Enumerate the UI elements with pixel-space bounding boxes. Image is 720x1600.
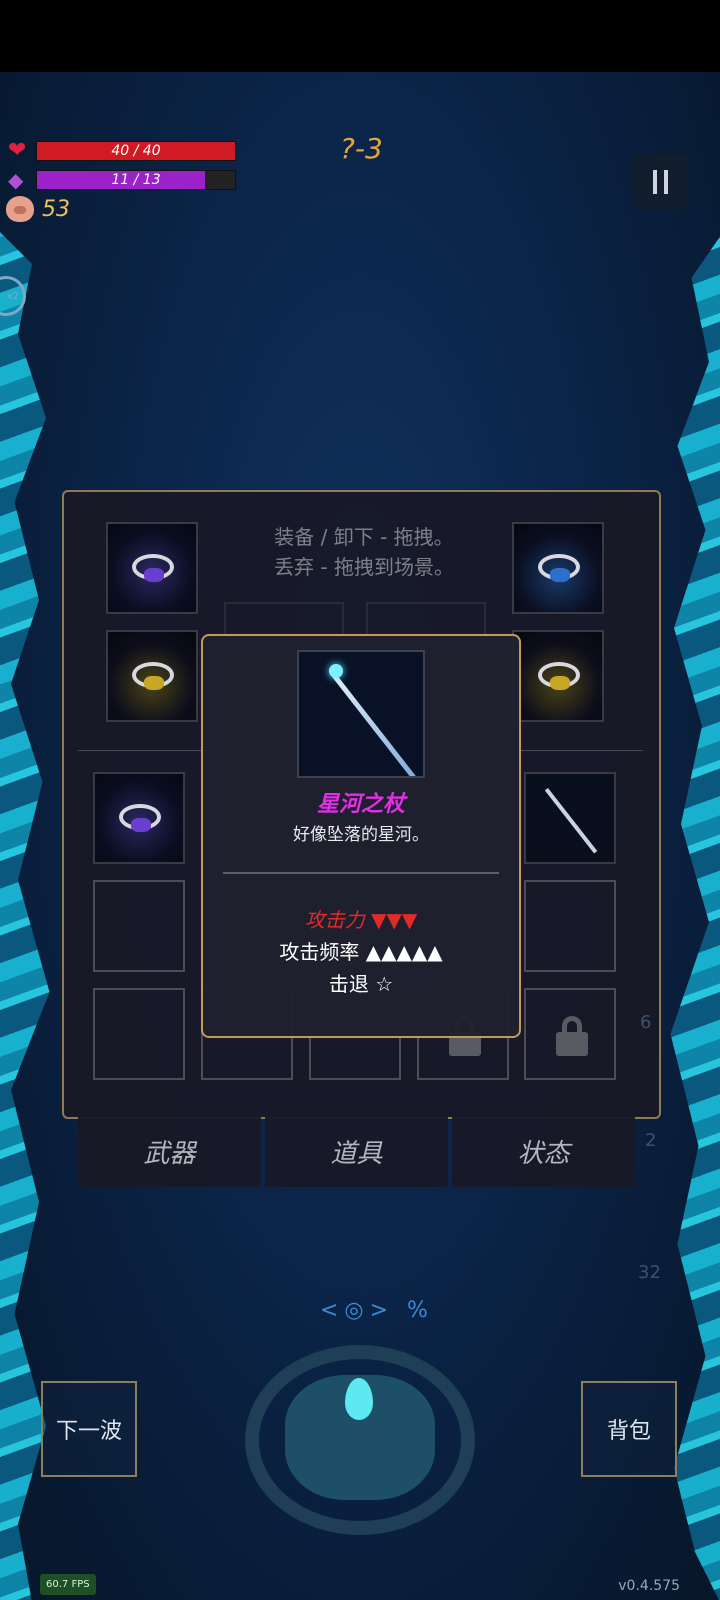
mp-text: 11 / 13 — [111, 172, 161, 188]
stat-frequency-value: ▲▲▲▲▲ — [365, 940, 443, 964]
stat-attack: 攻击力 ▼▼▼ — [203, 904, 519, 933]
ring-gem — [550, 676, 570, 690]
hint-line-equip: 装备 / 卸下 - 拖拽。 — [274, 525, 454, 549]
staff-icon — [329, 670, 420, 776]
stat-knockback: 击退 ☆ — [203, 968, 519, 997]
hp-bar: 40 / 40 — [36, 140, 236, 161]
fps-counter: 60.7 FPS — [40, 1574, 96, 1595]
coin-row: 53 — [6, 196, 70, 222]
item-name: 星河之杖 — [316, 792, 405, 817]
side-number: 32 — [638, 1262, 661, 1283]
version-label: v0.4.575 — [618, 1578, 680, 1594]
ring-gem — [550, 568, 570, 582]
backpack-button[interactable]: 背包 — [581, 1381, 677, 1477]
bag-slot-empty[interactable] — [524, 880, 616, 972]
equip-slot-ring-gold[interactable] — [106, 630, 198, 722]
mp-bar: 11 / 13 — [36, 170, 236, 190]
coin-count: 53 — [42, 196, 70, 222]
side-number: 2 — [645, 1130, 657, 1151]
inventory-hint: 装备 / 卸下 - 拖拽。 丢弃 - 拖拽到场景。 — [264, 522, 464, 582]
next-wave-button[interactable]: 下一波 — [41, 1381, 137, 1477]
portal-crystal-icon[interactable] — [345, 1378, 373, 1420]
hint-line-discard: 丢弃 - 拖拽到场景。 — [274, 555, 454, 579]
tab-status[interactable]: 状态 — [452, 1115, 635, 1187]
pause-button[interactable] — [632, 154, 688, 210]
tab-items[interactable]: 道具 — [265, 1115, 448, 1187]
level-indicator: ?-3 — [340, 132, 383, 165]
mp-row: ◆ 11 / 13 — [8, 168, 236, 192]
tooltip-divider — [223, 872, 499, 874]
piggy-bank-icon — [6, 196, 34, 222]
equip-slot-ring-gold-2[interactable] — [512, 630, 604, 722]
side-number: 6 — [640, 1012, 652, 1033]
stat-knockback-value: ☆ — [375, 972, 394, 996]
staff-icon — [544, 788, 598, 854]
equip-slot-ring-purple[interactable] — [106, 522, 198, 614]
heart-icon: ❤ — [8, 138, 27, 163]
pause-icon-bar — [652, 170, 657, 194]
stat-attack-label: 攻击力 — [304, 908, 365, 932]
item-description: 好像坠落的星河。 — [293, 825, 429, 845]
bag-slot-staff[interactable] — [524, 772, 616, 864]
inventory-tabs: 武器 道具 状态 — [78, 1115, 635, 1187]
stat-frequency-label: 攻击频率 — [279, 940, 360, 964]
stat-attack-value: ▼▼▼ — [371, 908, 418, 932]
ring-gem — [144, 676, 164, 690]
stat-knockback-label: 击退 — [328, 972, 369, 996]
item-tooltip: 星河之杖 好像坠落的星河。 攻击力 ▼▼▼ 攻击频率 ▲▲▲▲▲ 击退 ☆ — [201, 634, 521, 1038]
stat-frequency: 攻击频率 ▲▲▲▲▲ — [203, 936, 519, 965]
ring-gem — [131, 818, 151, 832]
tab-weapons[interactable]: 武器 — [78, 1115, 261, 1187]
mana-gem-icon: ◆ — [8, 168, 24, 192]
lock-icon — [556, 1016, 588, 1056]
bag-slot-locked[interactable] — [524, 988, 616, 1080]
bag-slot-empty[interactable] — [93, 988, 185, 1080]
equip-slot-ring-blue[interactable] — [512, 522, 604, 614]
bag-slot-empty[interactable] — [93, 880, 185, 972]
top-black-bar — [0, 0, 720, 72]
ring-gem — [144, 568, 164, 582]
staff-orb-icon — [329, 664, 343, 678]
hp-text: 40 / 40 — [111, 142, 161, 159]
pause-icon-bar — [663, 170, 668, 194]
bag-slot-ring-purple[interactable] — [93, 772, 185, 864]
hp-row: ❤ 40 / 40 — [8, 138, 236, 163]
rune-glyphs: <◎> % — [320, 1298, 434, 1323]
item-image — [297, 650, 425, 778]
